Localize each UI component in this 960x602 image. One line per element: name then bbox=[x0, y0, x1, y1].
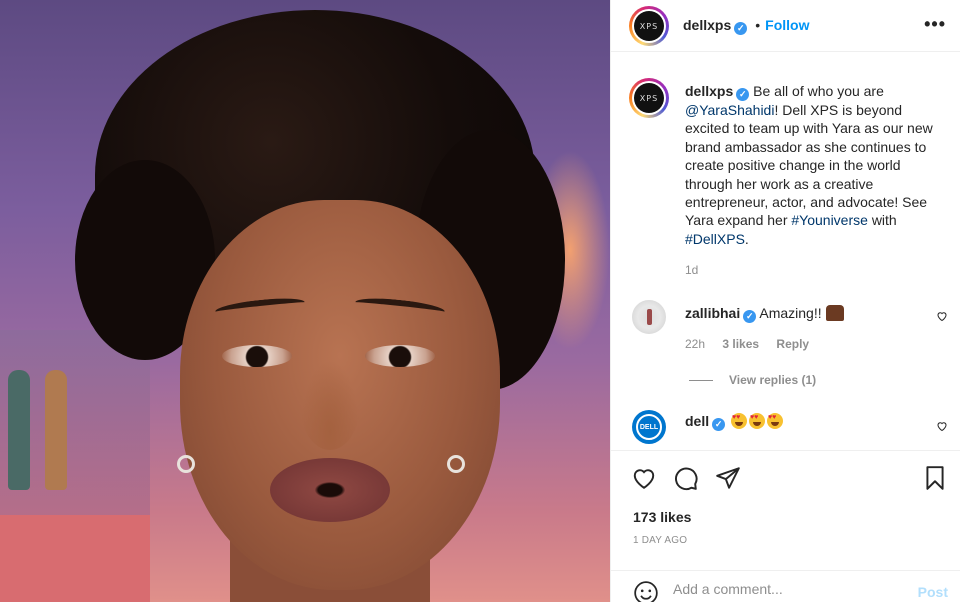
post-side-panel: XPS dellxps ✓ • Follow ••• XPS dellxps ✓ Be … bbox=[611, 0, 960, 602]
photo-lips bbox=[270, 458, 390, 522]
heart-icon[interactable] bbox=[936, 310, 948, 322]
post-comment-button[interactable]: Post bbox=[918, 584, 948, 600]
caption-part: ! Dell XPS is beyond excited to team up … bbox=[685, 102, 933, 229]
caption-part: with bbox=[871, 212, 897, 229]
post-actions: 173 likes 1 DAY AGO bbox=[611, 450, 960, 570]
verified-icon: ✓ bbox=[743, 310, 757, 323]
post-date[interactable]: 1 DAY AGO bbox=[633, 535, 687, 546]
like-count[interactable]: 173 likes bbox=[633, 509, 691, 525]
heart-eyes-emoji-icon bbox=[767, 413, 784, 429]
heart-eyes-emoji-icon bbox=[749, 413, 766, 429]
comment-meta: 22h 3 likes Reply bbox=[685, 337, 823, 351]
hashtag-link[interactable]: #Youniverse bbox=[791, 212, 868, 228]
photo-nose bbox=[300, 360, 360, 450]
verified-icon: ✓ bbox=[736, 88, 750, 101]
separator-dot: • bbox=[755, 17, 761, 33]
heart-eyes-emoji-icon bbox=[731, 413, 748, 429]
more-icon[interactable]: ••• bbox=[924, 14, 946, 35]
commenter-avatar[interactable] bbox=[632, 300, 666, 334]
photo-earring bbox=[447, 455, 465, 473]
caption-text: dellxps ✓ Be all of who you are @YaraShah… bbox=[685, 82, 945, 248]
caption-username[interactable]: dellxps bbox=[685, 83, 733, 99]
hashtag-link[interactable]: #DellXPS bbox=[685, 231, 745, 247]
comment-body: Amazing!! bbox=[759, 305, 822, 321]
verified-icon: ✓ bbox=[712, 418, 726, 431]
bookmark-icon[interactable] bbox=[922, 465, 948, 491]
header-user: dellxps ✓ • Follow bbox=[683, 17, 809, 35]
caption-avatar[interactable]: XPS bbox=[629, 78, 669, 118]
comment-time[interactable]: 22h bbox=[685, 337, 705, 351]
comment-username[interactable]: zallibhai bbox=[685, 305, 740, 321]
background-sketch bbox=[8, 370, 30, 490]
view-replies-button[interactable]: View replies (1) bbox=[689, 373, 816, 387]
share-icon[interactable] bbox=[715, 465, 741, 491]
comment-icon[interactable] bbox=[673, 465, 699, 491]
header-username[interactable]: dellxps bbox=[683, 17, 731, 33]
photo-eye bbox=[222, 345, 292, 367]
photo-eye bbox=[365, 345, 435, 367]
reply-button[interactable]: Reply bbox=[776, 337, 809, 351]
commenter-avatar[interactable]: DELL bbox=[632, 410, 666, 444]
caption-timestamp[interactable]: 1d bbox=[685, 263, 698, 277]
raised-hands-emoji-icon bbox=[825, 305, 844, 321]
caption-part: . bbox=[744, 230, 749, 247]
avatar-logo: XPS bbox=[634, 83, 664, 113]
heart-icon[interactable] bbox=[631, 465, 657, 491]
smiley-icon[interactable] bbox=[633, 580, 659, 602]
dell-logo: DELL bbox=[636, 414, 662, 440]
comment-text: dell ✓ bbox=[685, 413, 784, 431]
caption-part: Be all of who you are bbox=[753, 83, 884, 99]
avatar-logo: XPS bbox=[634, 11, 664, 41]
comment-likes[interactable]: 3 likes bbox=[722, 337, 759, 351]
add-comment-bar: Post bbox=[611, 570, 960, 602]
comment-input[interactable] bbox=[673, 581, 893, 597]
background-shelf bbox=[0, 515, 150, 602]
background-sketch bbox=[45, 370, 67, 490]
follow-button[interactable]: Follow bbox=[765, 17, 809, 33]
comment-text: zallibhai ✓ Amazing!! bbox=[685, 305, 844, 323]
photo-earring bbox=[177, 455, 195, 473]
profile-avatar[interactable]: XPS bbox=[629, 6, 669, 46]
heart-icon[interactable] bbox=[936, 420, 948, 432]
verified-icon: ✓ bbox=[734, 22, 748, 35]
caption-mention-link[interactable]: @YaraShahidi bbox=[685, 102, 774, 118]
comment-username[interactable]: dell bbox=[685, 413, 709, 429]
post-photo[interactable] bbox=[0, 0, 610, 602]
post-header: XPS dellxps ✓ • Follow ••• bbox=[611, 0, 960, 52]
